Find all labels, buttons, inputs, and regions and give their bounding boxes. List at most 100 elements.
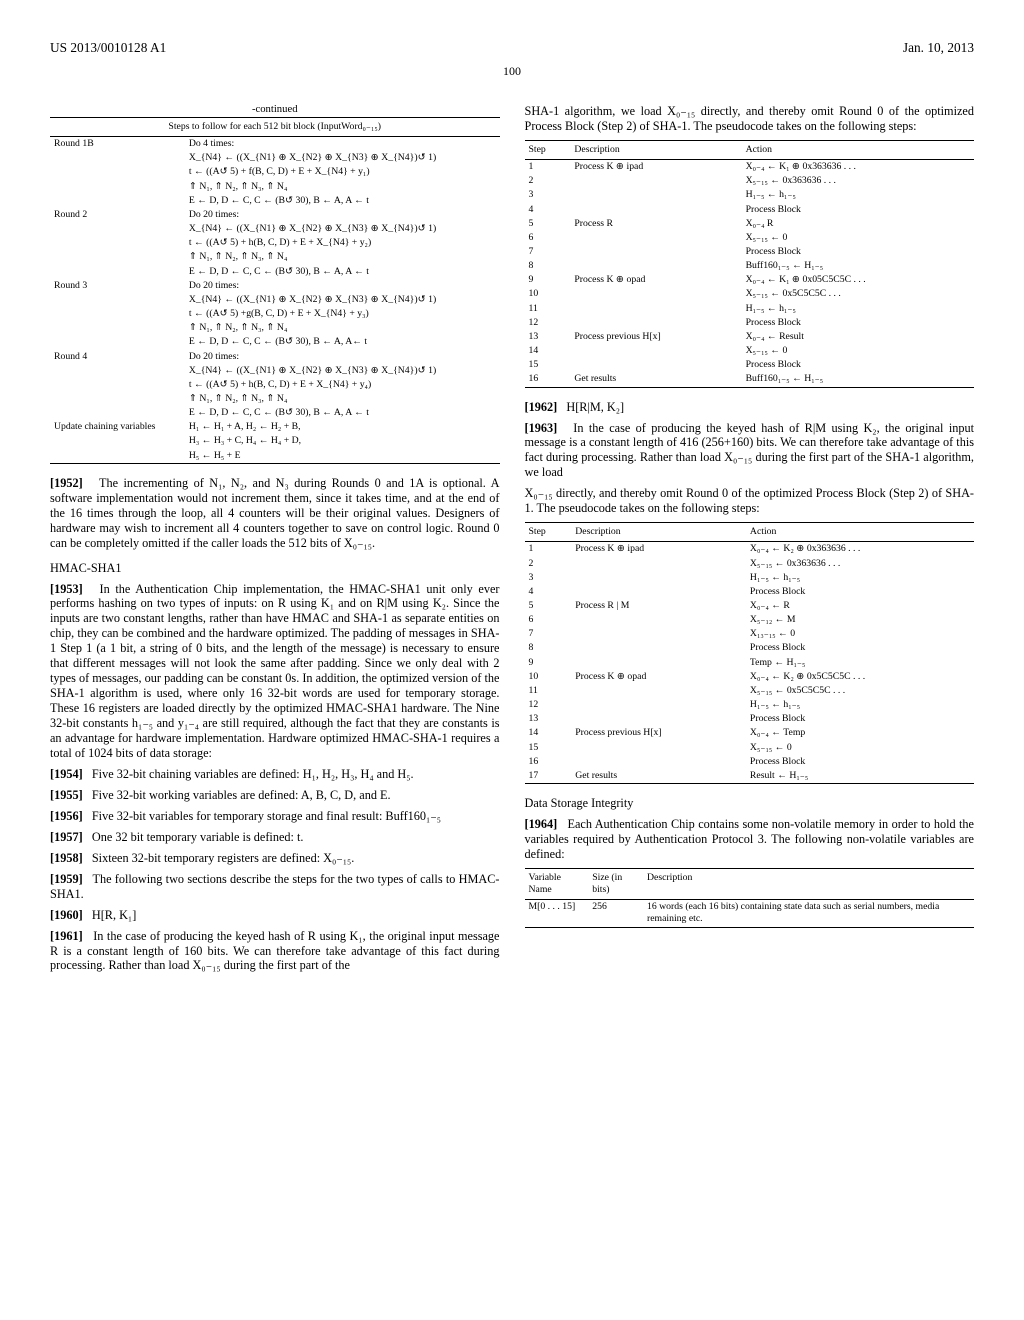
col-step: Step xyxy=(525,140,571,159)
table-cell: X_{N4} ← ((X_{N1} ⊕ X_{N2} ⊕ X_{N3} ⊕ X_… xyxy=(185,364,500,378)
table-cell xyxy=(571,684,746,698)
table-cell xyxy=(50,449,185,464)
table-cell: 256 xyxy=(588,900,643,927)
table-cell: X₀₋₄ ← Result xyxy=(742,330,974,344)
table-cell: X₅₋₁₅ ← 0 xyxy=(742,344,974,358)
para-1960: [1960] H[R, K₁] xyxy=(50,908,500,923)
table-cell: 14 xyxy=(525,344,571,358)
table-cell: t ← ((A↺ 5) + f(B, C, D) + E + X_{N4} + … xyxy=(185,165,500,179)
table-cell: 14 xyxy=(525,726,572,740)
table-cell xyxy=(570,302,741,316)
table-cell xyxy=(50,293,185,307)
table-cell: Process R | M xyxy=(571,599,746,613)
table-cell: 5 xyxy=(525,217,571,231)
table-cell: 3 xyxy=(525,571,572,585)
table-cell: Process K ⊕ opad xyxy=(570,273,741,287)
table-cell: E ← D, D ← C, C ← (B↺ 30), B ← A, A← t xyxy=(185,335,500,349)
table-cell: X₅₋₁₅ ← 0 xyxy=(746,741,974,755)
table-cell: X₀₋₄ ← K₁ ⊕ 0x363636 . . . xyxy=(742,160,974,175)
table-cell xyxy=(571,741,746,755)
table-cell xyxy=(50,307,185,321)
table-cell xyxy=(50,236,185,250)
table-cell xyxy=(570,259,741,273)
table-cell xyxy=(571,755,746,769)
table-cell: 4 xyxy=(525,585,572,599)
table-cell xyxy=(570,287,741,301)
table-cell: Process Block xyxy=(742,245,974,259)
table-cell: X₅₋₁₅ ← 0x363636 . . . xyxy=(746,557,974,571)
table-cell: H₁₋₅ ← h₁₋₅ xyxy=(742,302,974,316)
table-cell xyxy=(50,335,185,349)
table-cell: H₁₋₅ ← h₁₋₅ xyxy=(746,698,974,712)
table-cell: Get results xyxy=(570,372,741,387)
table-cell: 2 xyxy=(525,557,572,571)
table-cell xyxy=(50,222,185,236)
table-cell: 10 xyxy=(525,670,572,684)
table-cell: 16 xyxy=(525,755,572,769)
table-cell xyxy=(571,571,746,585)
table-cell: X₅₋₁₂ ← M xyxy=(746,613,974,627)
table-cell: X₀₋₄ ← Temp xyxy=(746,726,974,740)
table-cell: H₃ ← H₃ + C, H₄ ← H₄ + D, xyxy=(185,434,500,448)
table-cell: X_{N4} ← ((X_{N1} ⊕ X_{N2} ⊕ X_{N3} ⊕ X_… xyxy=(185,222,500,236)
table-cell: t ← ((A↺ 5) + h(B, C, D) + E + X_{N4} + … xyxy=(185,236,500,250)
table-cell: X₁₃₋₁₅ ← 0 xyxy=(746,627,974,641)
table-cell: X₅₋₁₅ ← 0 xyxy=(742,231,974,245)
para-1961: [1961] In the case of producing the keye… xyxy=(50,929,500,974)
table-cell: Process Block xyxy=(746,641,974,655)
table-cell: H₁₋₅ ← h₁₋₅ xyxy=(746,571,974,585)
table-cell: Do 4 times: xyxy=(185,137,500,152)
table-cell: Do 20 times: xyxy=(185,350,500,364)
table-cell: 3 xyxy=(525,188,571,202)
table-cell: X_{N4} ← ((X_{N1} ⊕ X_{N2} ⊕ X_{N3} ⊕ X_… xyxy=(185,151,500,165)
table-cell: 7 xyxy=(525,245,571,259)
table-cell xyxy=(571,585,746,599)
table-cell xyxy=(570,174,741,188)
table-cell xyxy=(570,188,741,202)
table-cell xyxy=(50,378,185,392)
para-1957: [1957] One 32 bit temporary variable is … xyxy=(50,830,500,845)
table-cell xyxy=(50,321,185,335)
section-dsi: Data Storage Integrity xyxy=(525,796,975,811)
table-cell: 1 xyxy=(525,542,572,557)
table-cell xyxy=(571,656,746,670)
table-cell: Process Block xyxy=(746,585,974,599)
table-cell: 17 xyxy=(525,769,572,784)
table-cell: Process Block xyxy=(746,755,974,769)
table-cell: ⇑ N₁, ⇑ N₂, ⇑ N₃, ⇑ N₄ xyxy=(185,250,500,264)
table-cell: X₀₋₄ ← K₂ ⊕ 0x5C5C5C . . . xyxy=(746,670,974,684)
steps-table-2: Step Description Action 1Process K ⊕ ipa… xyxy=(525,522,975,784)
table-cell: Result ← H₁₋₅ xyxy=(746,769,974,784)
table-cell xyxy=(570,358,741,372)
para-1956: [1956] Five 32-bit variables for tempora… xyxy=(50,809,500,824)
table-cell xyxy=(570,203,741,217)
table-cell: ⇑ N₁, ⇑ N₂, ⇑ N₃, ⇑ N₄ xyxy=(185,392,500,406)
table-cell: 6 xyxy=(525,613,572,627)
table-cell xyxy=(50,194,185,208)
table-cell xyxy=(50,151,185,165)
table-cell: 12 xyxy=(525,698,572,712)
continued-label: -continued xyxy=(50,104,500,115)
table-cell: E ← D, D ← C, C ← (B↺ 30), B ← A, A ← t xyxy=(185,194,500,208)
table-cell: t ← ((A↺ 5) +g(B, C, D) + E + X_{N4} + y… xyxy=(185,307,500,321)
table-cell: E ← D, D ← C, C ← (B↺ 30), B ← A, A ← t xyxy=(185,406,500,420)
table-cell xyxy=(50,265,185,279)
section-hmac: HMAC-SHA1 xyxy=(50,561,500,576)
table-cell: ⇑ N₁, ⇑ N₂, ⇑ N₃, ⇑ N₄ xyxy=(185,321,500,335)
table-cell: 7 xyxy=(525,627,572,641)
table-cell: ⇑ N₁, ⇑ N₂, ⇑ N₃, ⇑ N₄ xyxy=(185,180,500,194)
table-cell xyxy=(50,165,185,179)
table-cell: 13 xyxy=(525,712,572,726)
table-cell: Process K ⊕ ipad xyxy=(571,542,746,557)
para-1952: [1952] The incrementing of N₁, N₂, and N… xyxy=(50,476,500,551)
table-cell xyxy=(571,698,746,712)
table-cell: Round 1B xyxy=(50,137,185,152)
table-cell: Temp ← H₁₋₅ xyxy=(746,656,974,670)
col-desc: Description xyxy=(570,140,741,159)
para-1958: [1958] Sixteen 32-bit temporary register… xyxy=(50,851,500,866)
col-action: Action xyxy=(742,140,974,159)
table-cell: Process Block xyxy=(742,203,974,217)
table-cell: 4 xyxy=(525,203,571,217)
doc-date: Jan. 10, 2013 xyxy=(903,40,974,56)
table-cell xyxy=(570,316,741,330)
